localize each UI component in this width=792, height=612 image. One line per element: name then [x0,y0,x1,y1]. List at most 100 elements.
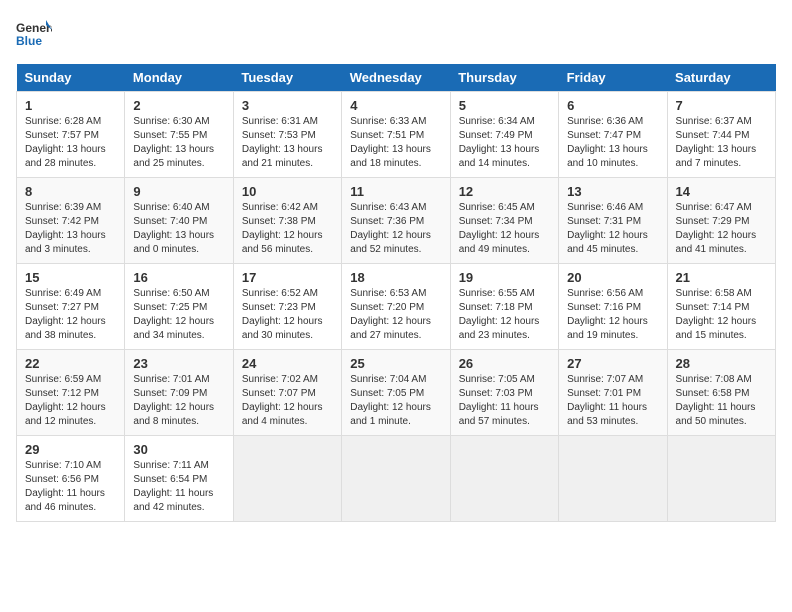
header-cell-wednesday: Wednesday [342,64,450,92]
cell-info: Sunrise: 6:39 AMSunset: 7:42 PMDaylight:… [25,201,116,257]
header-cell-sunday: Sunday [17,64,125,92]
calendar-cell: 28Sunrise: 7:08 AMSunset: 6:58 PMDayligh… [667,350,775,436]
day-number: 9 [133,184,224,199]
cell-info: Sunrise: 6:40 AMSunset: 7:40 PMDaylight:… [133,201,224,257]
cell-info: Sunrise: 7:11 AMSunset: 6:54 PMDaylight:… [133,459,224,515]
week-row-2: 8 Sunrise: 6:39 AMSunset: 7:42 PMDaylight… [17,178,776,264]
calendar-cell: 20 Sunrise: 6:56 AMSunset: 7:16 PMDayligh… [559,264,667,350]
week-row-3: 15 Sunrise: 6:49 AMSunset: 7:27 PMDayligh… [17,264,776,350]
header-cell-saturday: Saturday [667,64,775,92]
day-number: 11 [350,184,441,199]
day-number: 21 [676,270,767,285]
day-number: 23 [133,356,224,371]
calendar-cell: 9 Sunrise: 6:40 AMSunset: 7:40 PMDaylight… [125,178,233,264]
cell-info: Sunrise: 6:34 AMSunset: 7:49 PMDaylight:… [459,115,550,171]
calendar-cell: 25 Sunrise: 7:04 AMSunset: 7:05 PMDayligh… [342,350,450,436]
page-header: General Blue [16,16,776,52]
day-number: 7 [676,98,767,113]
day-number: 4 [350,98,441,113]
cell-info: Sunrise: 7:10 AMSunset: 6:56 PMDaylight:… [25,459,116,515]
day-number: 17 [242,270,333,285]
calendar-cell: 11 Sunrise: 6:43 AMSunset: 7:36 PMDayligh… [342,178,450,264]
cell-info: Sunrise: 6:50 AMSunset: 7:25 PMDaylight:… [133,287,224,343]
day-number: 5 [459,98,550,113]
cell-info: Sunrise: 6:58 AMSunset: 7:14 PMDaylight:… [676,287,767,343]
calendar-cell: 17 Sunrise: 6:52 AMSunset: 7:23 PMDayligh… [233,264,341,350]
cell-info: Sunrise: 6:53 AMSunset: 7:20 PMDaylight:… [350,287,441,343]
day-number: 3 [242,98,333,113]
cell-info: Sunrise: 6:47 AMSunset: 7:29 PMDaylight:… [676,201,767,257]
day-number: 16 [133,270,224,285]
calendar-cell: 7 Sunrise: 6:37 AMSunset: 7:44 PMDaylight… [667,92,775,178]
calendar-cell: 19 Sunrise: 6:55 AMSunset: 7:18 PMDayligh… [450,264,558,350]
header-row: SundayMondayTuesdayWednesdayThursdayFrid… [17,64,776,92]
calendar-table: SundayMondayTuesdayWednesdayThursdayFrid… [16,64,776,522]
cell-info: Sunrise: 6:52 AMSunset: 7:23 PMDaylight:… [242,287,333,343]
cell-info: Sunrise: 6:45 AMSunset: 7:34 PMDaylight:… [459,201,550,257]
calendar-cell: 3Sunrise: 6:31 AMSunset: 7:53 PMDaylight… [233,92,341,178]
cell-info: Sunrise: 6:37 AMSunset: 7:44 PMDaylight:… [676,115,767,171]
day-number: 30 [133,442,224,457]
week-row-4: 22 Sunrise: 6:59 AMSunset: 7:12 PMDayligh… [17,350,776,436]
cell-info: Sunrise: 7:01 AMSunset: 7:09 PMDaylight:… [133,373,224,429]
calendar-cell: 29 Sunrise: 7:10 AMSunset: 6:56 PMDayligh… [17,436,125,522]
day-number: 13 [567,184,658,199]
calendar-cell: 30 Sunrise: 7:11 AMSunset: 6:54 PMDayligh… [125,436,233,522]
day-number: 10 [242,184,333,199]
calendar-cell: 26 Sunrise: 7:05 AMSunset: 7:03 PMDayligh… [450,350,558,436]
day-number: 25 [350,356,441,371]
day-number: 2 [133,98,224,113]
cell-info: Sunrise: 6:28 AMSunset: 7:57 PMDaylight:… [25,115,116,171]
day-number: 22 [25,356,116,371]
calendar-cell: 10Sunrise: 6:42 AMSunset: 7:38 PMDayligh… [233,178,341,264]
calendar-cell: 8 Sunrise: 6:39 AMSunset: 7:42 PMDaylight… [17,178,125,264]
calendar-cell: 14Sunrise: 6:47 AMSunset: 7:29 PMDayligh… [667,178,775,264]
calendar-cell: 13Sunrise: 6:46 AMSunset: 7:31 PMDayligh… [559,178,667,264]
calendar-cell [667,436,775,522]
header-cell-monday: Monday [125,64,233,92]
day-number: 15 [25,270,116,285]
logo-container: General Blue [16,16,52,52]
cell-info: Sunrise: 6:30 AMSunset: 7:55 PMDaylight:… [133,115,224,171]
day-number: 24 [242,356,333,371]
calendar-cell: 21 Sunrise: 6:58 AMSunset: 7:14 PMDayligh… [667,264,775,350]
header-cell-friday: Friday [559,64,667,92]
day-number: 29 [25,442,116,457]
calendar-cell: 23 Sunrise: 7:01 AMSunset: 7:09 PMDayligh… [125,350,233,436]
cell-info: Sunrise: 6:36 AMSunset: 7:47 PMDaylight:… [567,115,658,171]
cell-info: Sunrise: 6:59 AMSunset: 7:12 PMDaylight:… [25,373,116,429]
logo-svg: General Blue [16,16,52,52]
day-number: 18 [350,270,441,285]
day-number: 27 [567,356,658,371]
day-number: 1 [25,98,116,113]
calendar-cell [450,436,558,522]
calendar-cell: 5 Sunrise: 6:34 AMSunset: 7:49 PMDaylight… [450,92,558,178]
logo-icon-wrapper: General Blue [16,16,52,52]
calendar-cell [342,436,450,522]
cell-info: Sunrise: 6:43 AMSunset: 7:36 PMDaylight:… [350,201,441,257]
day-number: 19 [459,270,550,285]
calendar-cell [233,436,341,522]
week-row-5: 29 Sunrise: 7:10 AMSunset: 6:56 PMDayligh… [17,436,776,522]
week-row-1: 1 Sunrise: 6:28 AMSunset: 7:57 PMDaylight… [17,92,776,178]
day-number: 26 [459,356,550,371]
calendar-cell: 15 Sunrise: 6:49 AMSunset: 7:27 PMDayligh… [17,264,125,350]
day-number: 20 [567,270,658,285]
cell-info: Sunrise: 6:56 AMSunset: 7:16 PMDaylight:… [567,287,658,343]
header-cell-thursday: Thursday [450,64,558,92]
calendar-cell: 4Sunrise: 6:33 AMSunset: 7:51 PMDaylight… [342,92,450,178]
calendar-cell: 22 Sunrise: 6:59 AMSunset: 7:12 PMDayligh… [17,350,125,436]
calendar-cell: 6 Sunrise: 6:36 AMSunset: 7:47 PMDaylight… [559,92,667,178]
calendar-cell: 16 Sunrise: 6:50 AMSunset: 7:25 PMDayligh… [125,264,233,350]
header-cell-tuesday: Tuesday [233,64,341,92]
cell-info: Sunrise: 7:04 AMSunset: 7:05 PMDaylight:… [350,373,441,429]
day-number: 12 [459,184,550,199]
day-number: 8 [25,184,116,199]
day-number: 6 [567,98,658,113]
calendar-cell: 1 Sunrise: 6:28 AMSunset: 7:57 PMDaylight… [17,92,125,178]
cell-info: Sunrise: 6:49 AMSunset: 7:27 PMDaylight:… [25,287,116,343]
calendar-cell: 2 Sunrise: 6:30 AMSunset: 7:55 PMDaylight… [125,92,233,178]
cell-info: Sunrise: 7:05 AMSunset: 7:03 PMDaylight:… [459,373,550,429]
cell-info: Sunrise: 6:55 AMSunset: 7:18 PMDaylight:… [459,287,550,343]
cell-info: Sunrise: 7:02 AMSunset: 7:07 PMDaylight:… [242,373,333,429]
